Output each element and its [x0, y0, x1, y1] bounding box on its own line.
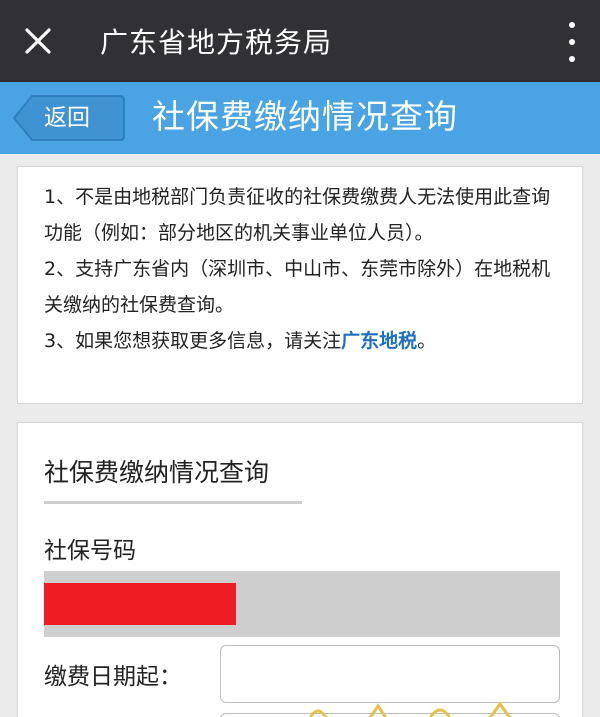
watermark-strokes-icon	[308, 701, 512, 717]
more-menu-button[interactable]	[562, 22, 582, 62]
notice-card: 1、不是由地税部门负责征收的社保费缴费人无法使用此查询功能（例如：部分地区的机关…	[17, 166, 583, 404]
notice-line-3-prefix: 3、如果您想获取更多信息，请关注	[44, 330, 342, 352]
watermark-graphic	[300, 700, 540, 717]
form-title-divider	[44, 501, 302, 504]
more-dot-icon	[569, 39, 575, 45]
window-title: 广东省地方税务局	[100, 26, 333, 59]
query-form-card: 社保费缴纳情况查询 社保号码 缴费日期起：	[17, 422, 583, 717]
back-button[interactable]: 返回	[12, 94, 126, 142]
wechat-topbar: 广东省地方税务局	[0, 0, 600, 82]
notice-line-3-suffix: 。	[417, 330, 437, 352]
more-dot-icon	[569, 22, 575, 28]
payment-date-start-input[interactable]	[220, 645, 560, 703]
social-security-number-input[interactable]	[44, 571, 560, 637]
page-header: 返回 社保费缴纳情况查询	[0, 82, 600, 154]
payment-date-start-label: 缴费日期起：	[44, 664, 182, 690]
notice-line-1: 1、不是由地税部门负责征收的社保费缴费人无法使用此查询功能（例如：部分地区的机关…	[44, 186, 551, 244]
page-title: 社保费缴纳情况查询	[152, 97, 458, 136]
close-button[interactable]	[0, 0, 76, 82]
guangdong-tax-link[interactable]: 广东地税	[341, 330, 417, 352]
back-label: 返回	[44, 105, 90, 131]
notice-line-3: 3、如果您想获取更多信息，请关注广东地税。	[44, 323, 560, 359]
more-dot-icon	[569, 56, 575, 62]
redaction-block	[44, 583, 236, 625]
social-security-number-label: 社保号码	[44, 538, 136, 564]
close-icon	[25, 28, 51, 54]
notice-line-2: 2、支持广东省内（深圳市、中山市、东莞市除外）在地税机关缴纳的社保费查询。	[44, 258, 551, 316]
form-title: 社保费缴纳情况查询	[44, 458, 270, 487]
